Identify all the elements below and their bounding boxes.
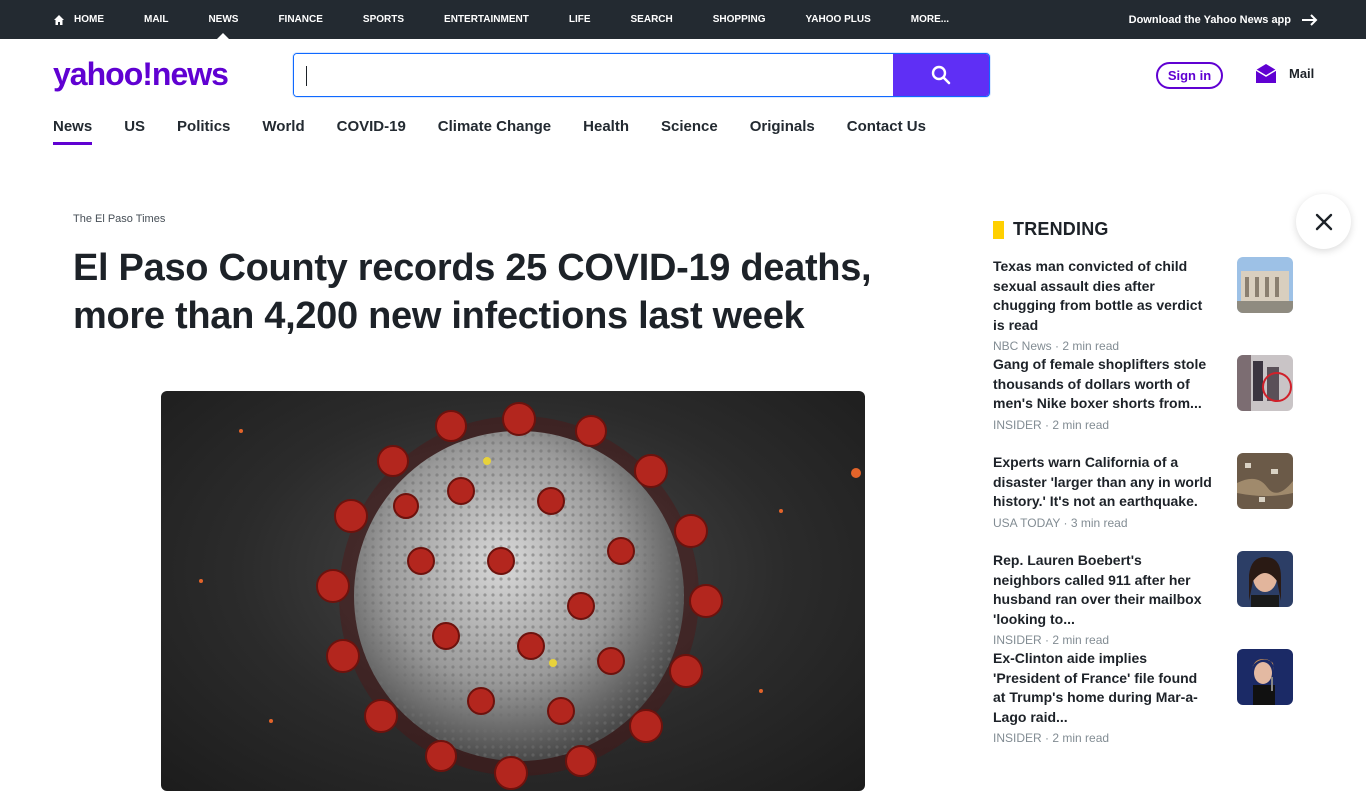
subnav-us[interactable]: US <box>124 118 145 142</box>
article-source[interactable]: The El Paso Times <box>73 213 165 225</box>
sign-in-button[interactable]: Sign in <box>1156 62 1223 89</box>
trending-thumbnail[interactable] <box>1237 355 1293 411</box>
trending-item[interactable]: Gang of female shoplifters stole thousan… <box>993 355 1293 453</box>
top-bar: HOME MAIL NEWS FINANCE SPORTS ENTERTAINM… <box>0 0 1366 39</box>
search-icon <box>931 65 951 85</box>
trending-title[interactable]: Experts warn California of a disaster 'l… <box>993 453 1213 512</box>
subnav-originals[interactable]: Originals <box>750 118 815 142</box>
top-nav: HOME MAIL NEWS FINANCE SPORTS ENTERTAINM… <box>53 0 949 39</box>
topnav-news[interactable]: NEWS <box>208 0 238 39</box>
trending-item[interactable]: Ex-Clinton aide implies 'President of Fr… <box>993 649 1293 747</box>
search-bar <box>293 53 990 97</box>
search-button[interactable] <box>893 54 989 96</box>
trending-meta: USA TODAY · 3 min read <box>993 515 1128 530</box>
trending-meta: NBC News · 2 min read <box>993 339 1120 353</box>
trending-meta: INSIDER · 2 min read <box>993 417 1110 432</box>
trending-meta: INSIDER · 2 min read <box>993 633 1110 647</box>
trending-thumbnail[interactable] <box>1237 453 1293 509</box>
topnav-more[interactable]: MORE... <box>911 0 949 39</box>
subnav-covid[interactable]: COVID-19 <box>337 118 406 142</box>
mail-icon <box>1255 64 1277 83</box>
flood-aerial-image <box>1237 453 1293 509</box>
trending-thumbnail[interactable] <box>1237 649 1293 705</box>
article-hero-image <box>161 391 865 791</box>
topnav-search[interactable]: SEARCH <box>631 0 673 39</box>
speaker-image <box>1237 649 1293 705</box>
mail-link[interactable]: Mail <box>1254 61 1314 85</box>
topnav-entertainment[interactable]: ENTERTAINMENT <box>444 0 529 39</box>
topnav-shopping[interactable]: SHOPPING <box>713 0 766 39</box>
trending-thumbnail[interactable] <box>1237 257 1293 313</box>
yahoo-news-logo[interactable]: yahoo!news <box>53 56 229 92</box>
close-button[interactable] <box>1296 194 1351 249</box>
trending-accent-bar <box>993 220 1004 239</box>
trending-thumbnail[interactable] <box>1237 551 1293 607</box>
news-subnav: News US Politics World COVID-19 Climate … <box>53 118 958 145</box>
trending-title[interactable]: Ex-Clinton aide implies 'President of Fr… <box>993 649 1213 727</box>
subnav-climate-change[interactable]: Climate Change <box>438 118 551 142</box>
subnav-world[interactable]: World <box>262 118 304 142</box>
trending-list: Texas man convicted of child sexual assa… <box>993 257 1293 747</box>
trending-item[interactable]: Rep. Lauren Boebert's neighbors called 9… <box>993 551 1293 649</box>
trending-title[interactable]: Texas man convicted of child sexual assa… <box>993 257 1213 335</box>
coronavirus-illustration <box>199 402 861 790</box>
home-icon <box>54 14 64 25</box>
text-cursor <box>306 66 307 86</box>
topnav-life[interactable]: LIFE <box>569 0 591 39</box>
subnav-politics[interactable]: Politics <box>177 118 230 142</box>
topnav-finance[interactable]: FINANCE <box>278 0 322 39</box>
trending-meta: INSIDER · 2 min read <box>993 731 1110 745</box>
article-headline: El Paso County records 25 COVID-19 death… <box>73 247 872 337</box>
arrow-right-icon <box>1302 13 1318 26</box>
download-app-link[interactable]: Download the Yahoo News app <box>1129 0 1319 39</box>
topnav-mail[interactable]: MAIL <box>144 0 168 39</box>
portrait-image <box>1237 551 1293 607</box>
trending-heading: TRENDING <box>993 219 1109 240</box>
trending-item[interactable]: Texas man convicted of child sexual assa… <box>993 257 1293 355</box>
topnav-yahoo-plus[interactable]: YAHOO PLUS <box>806 0 871 39</box>
topnav-sports[interactable]: SPORTS <box>363 0 404 39</box>
trending-item[interactable]: Experts warn California of a disaster 'l… <box>993 453 1293 551</box>
subnav-contact-us[interactable]: Contact Us <box>847 118 926 142</box>
subnav-news[interactable]: News <box>53 118 93 145</box>
subnav-health[interactable]: Health <box>583 118 629 142</box>
trending-title[interactable]: Rep. Lauren Boebert's neighbors called 9… <box>993 551 1213 629</box>
courthouse-image <box>1237 257 1293 313</box>
search-input[interactable] <box>294 54 893 96</box>
subnav-science[interactable]: Science <box>661 118 718 142</box>
close-icon <box>1315 213 1332 230</box>
store-cctv-image <box>1237 355 1293 411</box>
trending-title[interactable]: Gang of female shoplifters stole thousan… <box>993 355 1213 414</box>
topnav-home[interactable]: HOME <box>53 0 104 39</box>
